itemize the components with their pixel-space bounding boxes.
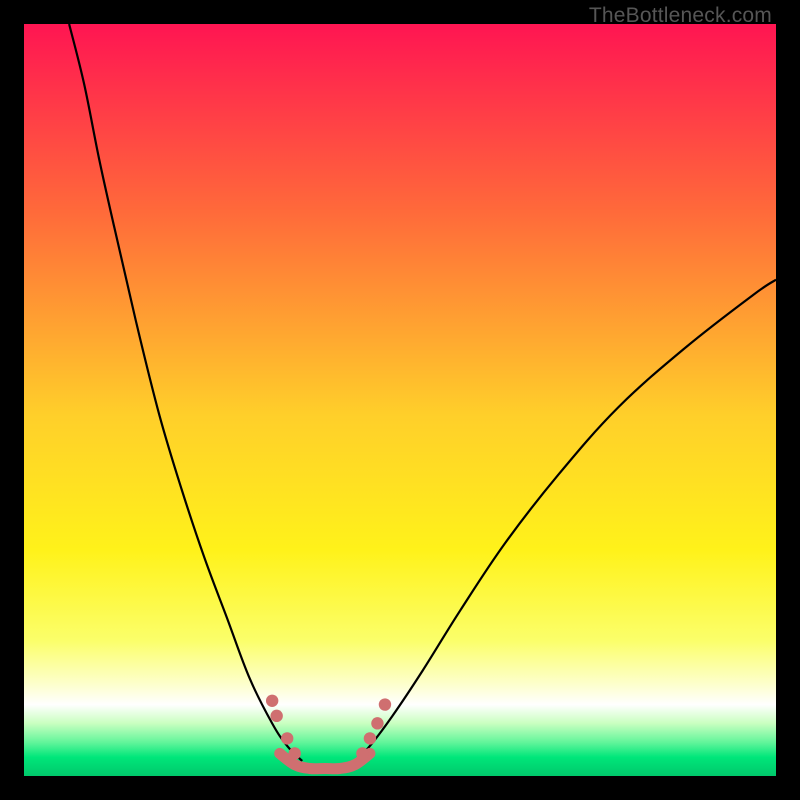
plot-area [24, 24, 776, 776]
marker-dot [379, 698, 391, 710]
marker-dot [270, 710, 282, 722]
marker-dot [266, 695, 278, 707]
marker-dot [371, 717, 383, 729]
watermark-text: TheBottleneck.com [589, 4, 772, 28]
window-frame: TheBottleneck.com [0, 0, 800, 800]
marker-dot [289, 747, 301, 759]
right-curve [355, 280, 776, 761]
left-curve [69, 24, 302, 761]
curves-layer [24, 24, 776, 776]
marker-dot [356, 747, 368, 759]
marker-dot [281, 732, 293, 744]
marker-dot [364, 732, 376, 744]
